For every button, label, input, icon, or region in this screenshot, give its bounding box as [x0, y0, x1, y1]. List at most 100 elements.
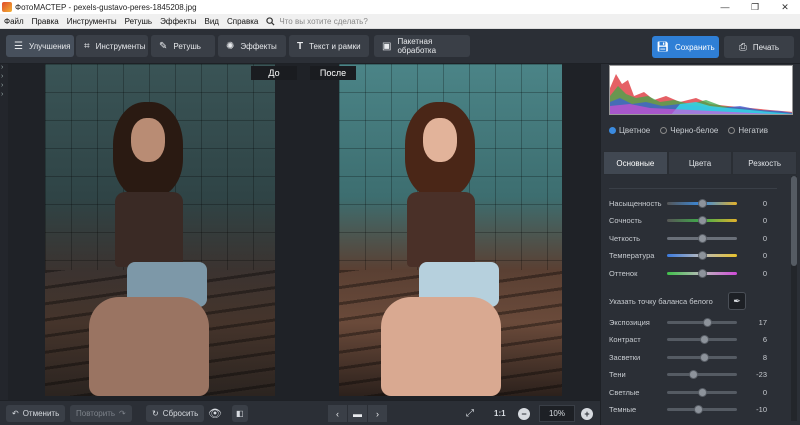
slider-knob[interactable]: [697, 216, 707, 225]
eyedropper-button[interactable]: ✒: [728, 292, 746, 310]
app-logo-icon: [2, 2, 12, 12]
subject: [89, 102, 235, 396]
menu-tools[interactable]: Инструменты: [63, 17, 121, 26]
command-search[interactable]: Что вы хотите сделать?: [266, 16, 368, 26]
color-slider-row: Сочность 0: [609, 215, 787, 227]
slider-track[interactable]: [667, 352, 737, 362]
slider-value: -10: [756, 405, 767, 414]
reset-icon: ↻: [152, 409, 159, 418]
slider-label: Насыщенность: [609, 198, 662, 208]
slider-track[interactable]: [667, 216, 737, 225]
batch-icon: ▣: [382, 40, 392, 52]
slider-knob[interactable]: [699, 335, 709, 344]
photo-canvas[interactable]: [8, 64, 600, 400]
search-placeholder: Что вы хотите сделать?: [279, 16, 368, 26]
tab-colors[interactable]: Цвета: [667, 151, 733, 175]
fit-screen-icon[interactable]: ⤢: [466, 405, 474, 422]
tab-batch[interactable]: ▣ Пакетная обработка: [374, 35, 470, 57]
tab-sharpness[interactable]: Резкость: [732, 151, 798, 175]
tone-slider-row: Засветки 8: [609, 351, 787, 363]
undo-button[interactable]: ↶ Отменить: [6, 405, 66, 422]
slider-track[interactable]: [667, 268, 737, 278]
zoom-in-button[interactable]: +: [581, 405, 593, 422]
slider-track[interactable]: [667, 370, 737, 379]
redo-button[interactable]: Повторить ↷: [70, 405, 132, 422]
menu-retouch[interactable]: Ретушь: [121, 17, 157, 26]
tab-retouch-label: Ретушь: [173, 41, 201, 51]
prev-arrow-icon[interactable]: ‹: [328, 405, 347, 422]
window-title: ФотоМАСТЕР - pexels-gustavo-peres-184520…: [15, 2, 197, 12]
tab-text-frames[interactable]: T Текст и рамки: [289, 35, 369, 57]
tab-basic[interactable]: Основные: [603, 151, 668, 175]
menu-effects[interactable]: Эффекты: [156, 17, 200, 26]
plus-icon: +: [581, 407, 593, 420]
tab-effects[interactable]: ✺ Эффекты: [218, 35, 286, 57]
maximize-button[interactable]: ❐: [740, 0, 770, 14]
slider-track[interactable]: [667, 405, 737, 414]
slider-track[interactable]: [667, 251, 737, 260]
after-label: После: [310, 66, 356, 80]
tab-enhancements[interactable]: ☰ Улучшения: [6, 35, 74, 57]
before-photo: [45, 64, 275, 396]
slider-knob[interactable]: [694, 405, 703, 414]
slider-knob[interactable]: [689, 370, 699, 379]
slider-track[interactable]: [667, 335, 737, 344]
zoom-value[interactable]: 10%: [539, 405, 575, 422]
slider-knob[interactable]: [697, 233, 707, 243]
slider-knob[interactable]: [697, 387, 707, 397]
tone-slider-row: Светлые 0: [609, 386, 787, 398]
slider-knob[interactable]: [697, 268, 707, 278]
menu-file[interactable]: Файл: [0, 17, 28, 26]
actual-size-button[interactable]: 1:1: [494, 405, 506, 422]
window-controls: — ❐ ✕: [710, 0, 800, 14]
save-label: Сохранить: [674, 42, 715, 52]
mode-color[interactable]: Цветное: [609, 126, 650, 135]
crop-icon: ⌗: [84, 40, 90, 52]
subject: [381, 102, 527, 396]
mode-bw[interactable]: Черно-белое: [660, 126, 718, 135]
sliders-icon: ☰: [14, 40, 23, 52]
color-mode-group: Цветное Черно-белое Негатив: [609, 126, 778, 135]
undo-label: Отменить: [22, 409, 60, 418]
menu-view[interactable]: Вид: [200, 17, 222, 26]
save-button[interactable]: 💾︎ Сохранить: [652, 36, 719, 58]
tab-text-frames-label: Текст и рамки: [309, 41, 361, 51]
radio-checked-icon: [609, 127, 616, 134]
reset-button[interactable]: ↻ Сбросить: [146, 405, 205, 422]
tab-tools[interactable]: ⌗ Инструменты: [76, 35, 148, 57]
slider-knob[interactable]: [703, 317, 713, 327]
folder-icon[interactable]: ▬: [348, 405, 367, 422]
slider-track[interactable]: [667, 233, 737, 243]
scrollbar-thumb[interactable]: [791, 176, 797, 266]
printer-icon: ⎙: [738, 41, 747, 53]
menu-help[interactable]: Справка: [223, 17, 262, 26]
preview-eye-icon[interactable]: 👁︎: [208, 405, 222, 422]
reset-label: Сбросить: [162, 409, 199, 418]
slider-track[interactable]: [667, 198, 737, 208]
slider-label: Тени: [609, 370, 626, 379]
eyedropper-icon: ✒: [733, 295, 741, 306]
minimize-button[interactable]: —: [710, 0, 740, 14]
left-collapse-strip[interactable]: › › › ›: [0, 64, 8, 400]
zoom-out-button[interactable]: −: [518, 405, 530, 422]
compare-icon[interactable]: ◧: [232, 405, 248, 422]
print-button[interactable]: ⎙ Печать: [724, 36, 794, 58]
color-slider-row: Насыщенность 0: [609, 197, 787, 209]
mode-negative[interactable]: Негатив: [728, 126, 768, 135]
tab-retouch[interactable]: ✎ Ретушь: [151, 35, 215, 57]
chevron-right-icon: ›: [1, 64, 4, 71]
slider-knob[interactable]: [700, 352, 710, 362]
undo-icon: ↶: [12, 409, 19, 418]
menu-edit[interactable]: Правка: [28, 17, 63, 26]
slider-track[interactable]: [667, 317, 737, 327]
panel-scrollbar[interactable]: [791, 176, 797, 421]
next-arrow-icon[interactable]: ›: [368, 405, 387, 422]
redo-icon: ↷: [119, 409, 126, 418]
close-button[interactable]: ✕: [770, 0, 800, 14]
slider-label: Контраст: [609, 335, 641, 344]
redo-label: Повторить: [76, 409, 116, 418]
before-label: До: [251, 66, 297, 80]
slider-knob[interactable]: [697, 251, 707, 260]
slider-knob[interactable]: [697, 198, 707, 208]
slider-track[interactable]: [667, 387, 737, 397]
